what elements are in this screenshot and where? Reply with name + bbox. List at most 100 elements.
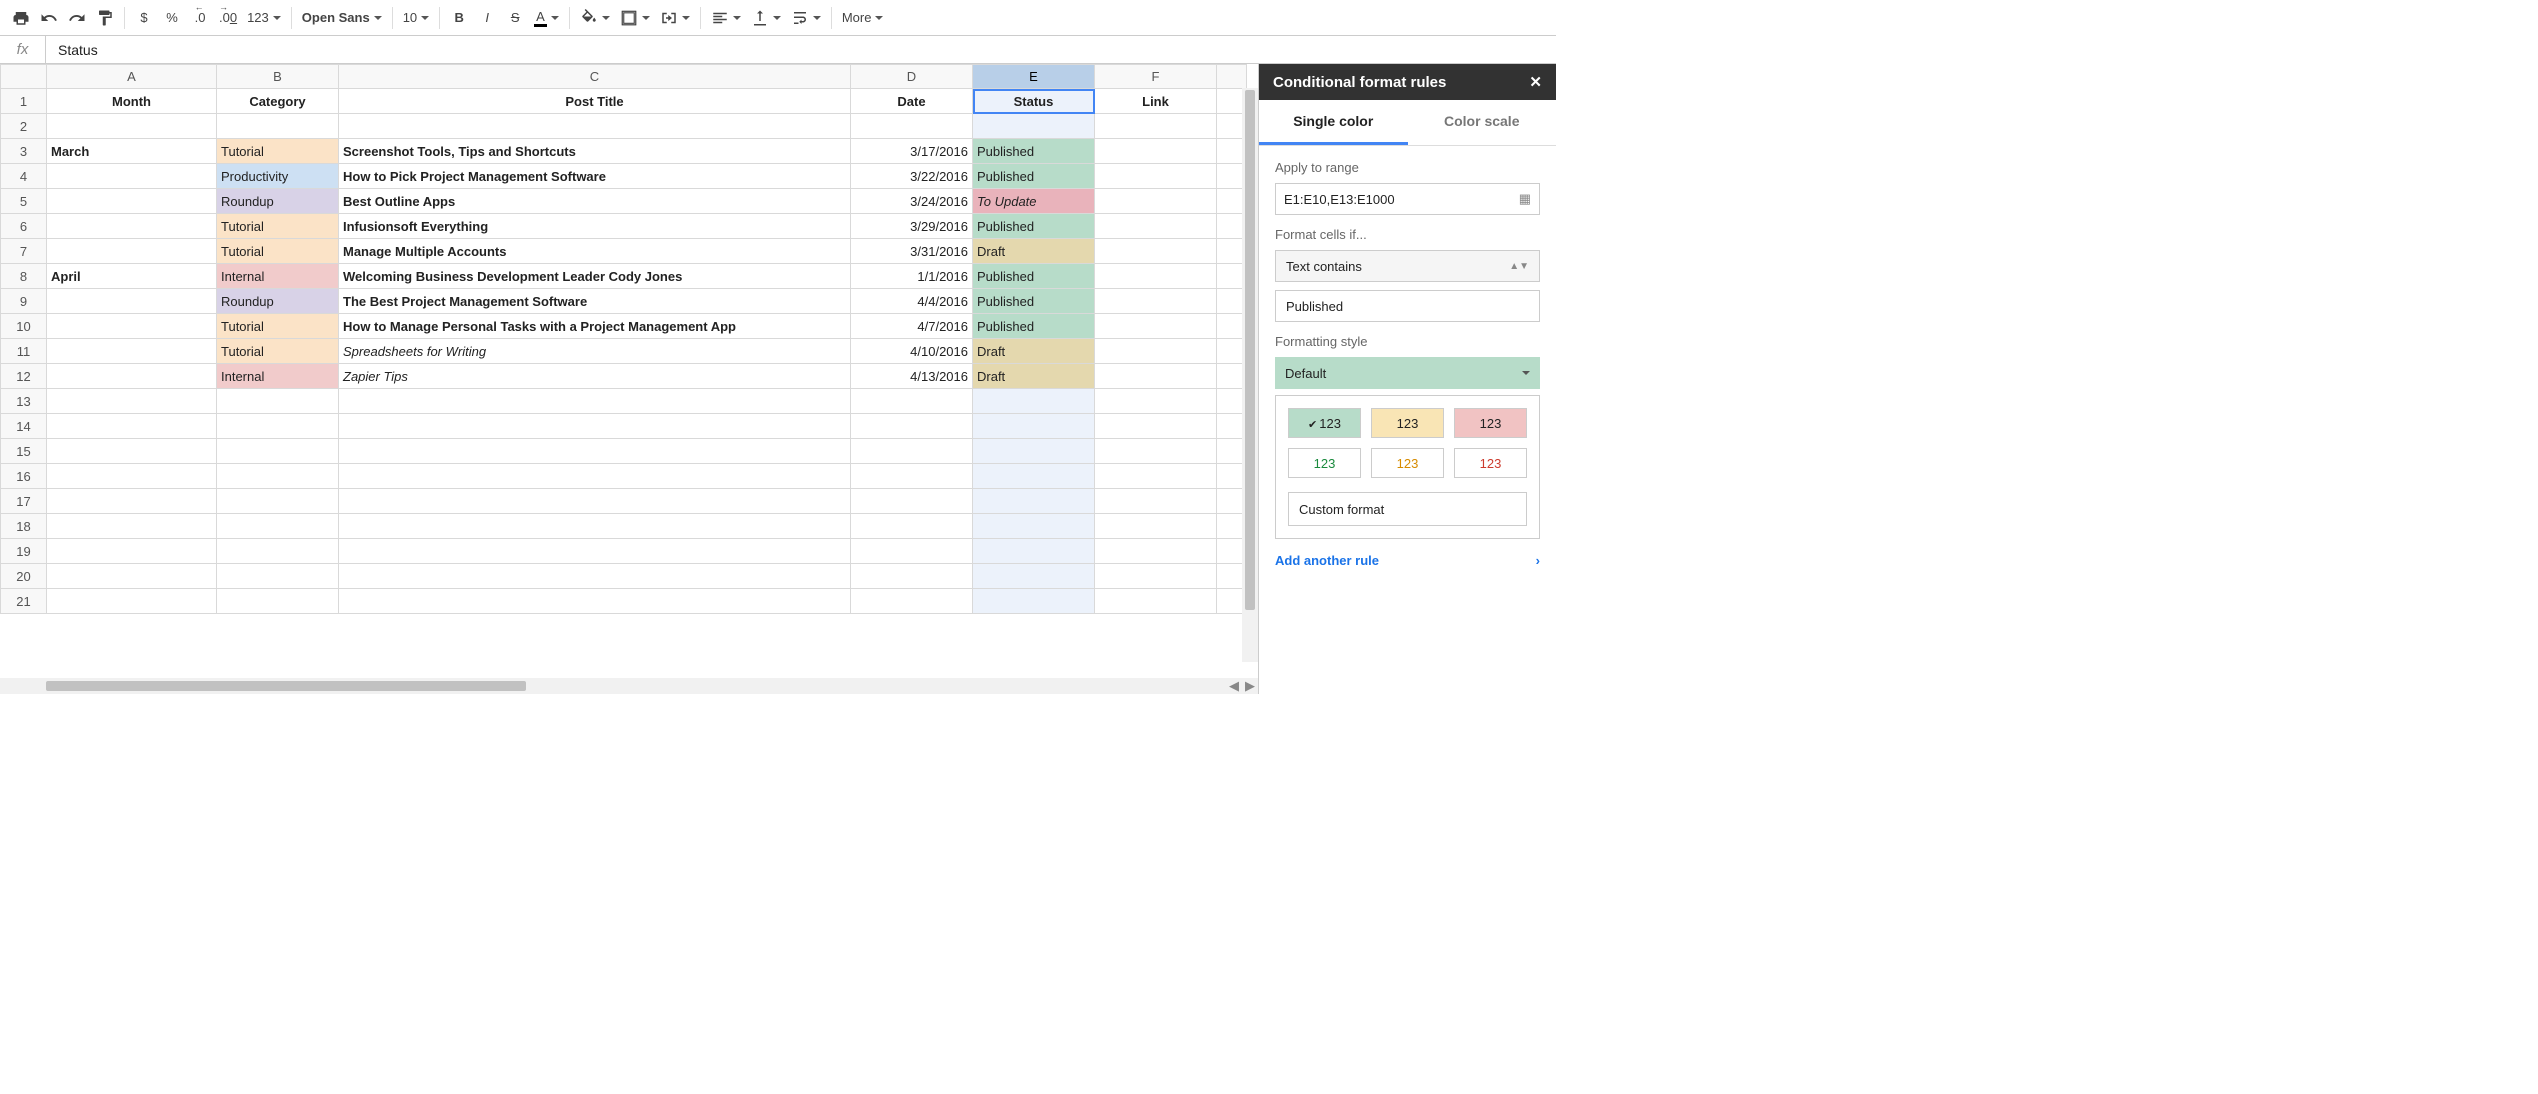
cell[interactable]	[1095, 564, 1217, 589]
number-format-dropdown[interactable]: 123	[243, 5, 285, 31]
preset-green-text[interactable]: 123	[1288, 448, 1361, 478]
cell[interactable]	[339, 389, 851, 414]
cell[interactable]	[1095, 439, 1217, 464]
cell[interactable]	[47, 414, 217, 439]
cell[interactable]: Infusionsoft Everything	[339, 214, 851, 239]
row-header[interactable]: 11	[1, 339, 47, 364]
cell[interactable]: 3/17/2016	[851, 139, 973, 164]
condition-value-input[interactable]: Published	[1275, 290, 1540, 322]
scroll-left-icon[interactable]: ◀	[1226, 678, 1242, 694]
cell[interactable]	[217, 539, 339, 564]
cell[interactable]	[851, 489, 973, 514]
custom-format-button[interactable]: Custom format	[1288, 492, 1527, 526]
cell[interactable]: Date	[851, 89, 973, 114]
borders-button[interactable]	[616, 5, 654, 31]
print-button[interactable]	[8, 5, 34, 31]
vertical-scrollbar[interactable]	[1242, 88, 1258, 662]
cell[interactable]	[1095, 589, 1217, 614]
cell[interactable]: Month	[47, 89, 217, 114]
cell[interactable]	[1095, 364, 1217, 389]
cell[interactable]: Internal	[217, 364, 339, 389]
cell[interactable]	[851, 564, 973, 589]
cell[interactable]	[217, 464, 339, 489]
cell[interactable]: Published	[973, 139, 1095, 164]
tab-color-scale[interactable]: Color scale	[1408, 100, 1557, 145]
cell[interactable]	[1095, 389, 1217, 414]
cell[interactable]	[1095, 264, 1217, 289]
font-size-dropdown[interactable]: 10	[399, 5, 433, 31]
cell[interactable]: Productivity	[217, 164, 339, 189]
row-header[interactable]: 9	[1, 289, 47, 314]
select-all-corner[interactable]	[1, 65, 47, 89]
row-header[interactable]: 1	[1, 89, 47, 114]
cell[interactable]	[973, 114, 1095, 139]
preset-green-fill[interactable]: 123	[1288, 408, 1361, 438]
column-header[interactable]: D	[851, 65, 973, 89]
cell[interactable]: Draft	[973, 239, 1095, 264]
cell[interactable]: 4/13/2016	[851, 364, 973, 389]
cell[interactable]	[851, 439, 973, 464]
cell[interactable]: Roundup	[217, 189, 339, 214]
cell[interactable]	[339, 464, 851, 489]
column-header[interactable]: F	[1095, 65, 1217, 89]
cell[interactable]	[1095, 464, 1217, 489]
cell[interactable]	[1095, 514, 1217, 539]
horizontal-align-button[interactable]	[707, 5, 745, 31]
cell[interactable]	[47, 539, 217, 564]
more-button[interactable]: More	[838, 5, 888, 31]
cell[interactable]: 1/1/2016	[851, 264, 973, 289]
cell[interactable]	[1095, 314, 1217, 339]
increase-decimal-button[interactable]: .00→	[215, 5, 241, 31]
row-header[interactable]: 3	[1, 139, 47, 164]
paint-format-button[interactable]	[92, 5, 118, 31]
range-picker-icon[interactable]: ▦	[1519, 191, 1531, 207]
row-header[interactable]: 4	[1, 164, 47, 189]
cell[interactable]: The Best Project Management Software	[339, 289, 851, 314]
cell[interactable]: Roundup	[217, 289, 339, 314]
cell[interactable]	[47, 589, 217, 614]
add-another-rule-button[interactable]: Add another rule ›	[1275, 553, 1540, 568]
fill-color-button[interactable]	[576, 5, 614, 31]
cell[interactable]	[217, 489, 339, 514]
preset-orange-text[interactable]: 123	[1371, 448, 1444, 478]
column-header[interactable]: B	[217, 65, 339, 89]
preset-red-text[interactable]: 123	[1454, 448, 1527, 478]
cell[interactable]	[973, 514, 1095, 539]
cell[interactable]	[217, 439, 339, 464]
cell[interactable]: Tutorial	[217, 214, 339, 239]
close-icon[interactable]: ✕	[1529, 73, 1542, 91]
column-header[interactable]	[1217, 65, 1247, 89]
row-header[interactable]: 10	[1, 314, 47, 339]
cell[interactable]: Published	[973, 264, 1095, 289]
cell[interactable]	[1095, 539, 1217, 564]
cell[interactable]: March	[47, 139, 217, 164]
cell[interactable]	[1095, 139, 1217, 164]
cell[interactable]: Link	[1095, 89, 1217, 114]
cell[interactable]	[217, 114, 339, 139]
cell[interactable]: Welcoming Business Development Leader Co…	[339, 264, 851, 289]
cell[interactable]: Screenshot Tools, Tips and Shortcuts	[339, 139, 851, 164]
cell[interactable]: 3/24/2016	[851, 189, 973, 214]
cell[interactable]	[973, 439, 1095, 464]
merge-cells-button[interactable]	[656, 5, 694, 31]
cell[interactable]: Tutorial	[217, 314, 339, 339]
bold-button[interactable]: B	[446, 5, 472, 31]
cell[interactable]	[973, 389, 1095, 414]
formula-input[interactable]: Status	[46, 36, 1556, 63]
cell[interactable]: Internal	[217, 264, 339, 289]
cell[interactable]: Post Title	[339, 89, 851, 114]
cell[interactable]	[217, 414, 339, 439]
scroll-right-icon[interactable]: ▶	[1242, 678, 1258, 694]
cell[interactable]	[339, 514, 851, 539]
cell[interactable]: Published	[973, 164, 1095, 189]
font-family-dropdown[interactable]: Open Sans	[298, 5, 386, 31]
row-header[interactable]: 2	[1, 114, 47, 139]
preset-red-fill[interactable]: 123	[1454, 408, 1527, 438]
row-header[interactable]: 18	[1, 514, 47, 539]
cell[interactable]	[47, 489, 217, 514]
cell[interactable]: Category	[217, 89, 339, 114]
row-header[interactable]: 16	[1, 464, 47, 489]
row-header[interactable]: 21	[1, 589, 47, 614]
cell[interactable]	[47, 564, 217, 589]
cell[interactable]	[973, 414, 1095, 439]
